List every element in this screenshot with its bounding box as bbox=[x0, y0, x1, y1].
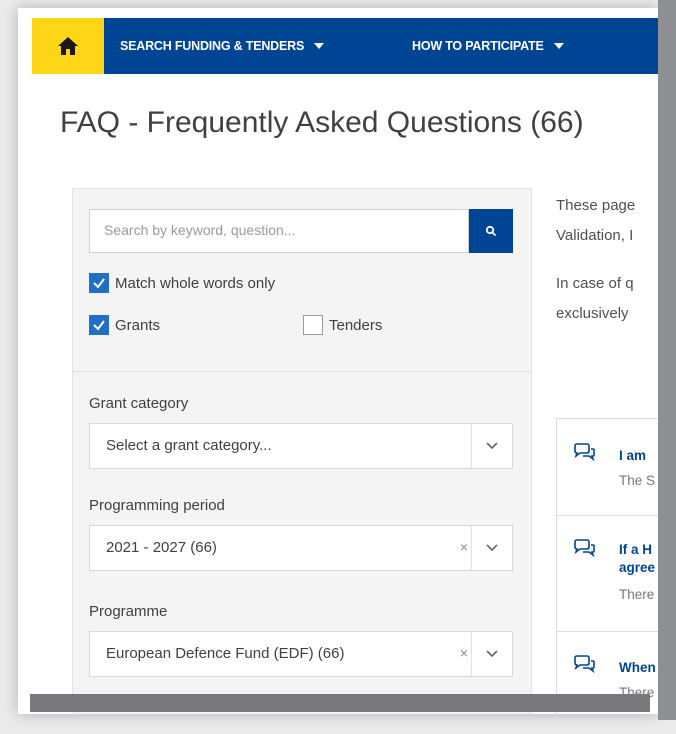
grant-category-value: Select a grant category... bbox=[106, 437, 272, 454]
nav-how-to-participate[interactable]: HOW TO PARTICIPATE bbox=[412, 18, 564, 74]
faq-question[interactable]: When bbox=[619, 659, 656, 676]
grant-category-select[interactable]: Select a grant category... bbox=[89, 423, 513, 469]
programming-period-select[interactable]: 2021 - 2027 (66) × bbox=[89, 525, 513, 571]
page-title: FAQ - Frequently Asked Questions (66) bbox=[60, 106, 584, 139]
faq-question[interactable]: I am bbox=[619, 447, 646, 464]
search-button[interactable] bbox=[469, 209, 513, 253]
home-icon bbox=[58, 37, 78, 55]
faq-item[interactable]: I am The S bbox=[557, 419, 658, 516]
checkbox-label: Tenders bbox=[329, 316, 383, 334]
chevron-down-icon[interactable] bbox=[471, 526, 512, 570]
browser-frame: SEARCH FUNDING & TENDERS HOW TO PARTICIP… bbox=[18, 8, 658, 714]
faq-item[interactable]: If a H agree There bbox=[557, 515, 658, 632]
intro-text-line: In case of q bbox=[556, 275, 634, 292]
top-navigation-bar: SEARCH FUNDING & TENDERS HOW TO PARTICIP… bbox=[32, 18, 658, 74]
home-button[interactable] bbox=[32, 18, 104, 74]
clear-icon[interactable]: × bbox=[460, 539, 468, 555]
search-input[interactable]: Search by keyword, question... bbox=[89, 209, 469, 253]
checkbox-label: Match whole words only bbox=[115, 274, 276, 292]
caret-down-icon bbox=[553, 43, 564, 49]
empty-checkbox-icon bbox=[303, 315, 323, 335]
page-edge-shadow bbox=[30, 694, 650, 712]
programme-select[interactable]: European Defence Fund (EDF) (66) × bbox=[89, 631, 513, 677]
caret-down-icon bbox=[314, 43, 325, 49]
clear-icon[interactable]: × bbox=[460, 645, 468, 661]
intro-text-line: These page bbox=[556, 197, 636, 214]
nav-search-funding-tenders[interactable]: SEARCH FUNDING & TENDERS bbox=[120, 18, 325, 74]
chevron-down-icon[interactable] bbox=[471, 424, 512, 468]
check-icon bbox=[89, 273, 109, 293]
programming-period-value: 2021 - 2027 (66) bbox=[106, 539, 217, 556]
grant-category-label: Grant category bbox=[89, 395, 189, 412]
match-whole-words-checkbox[interactable]: Match whole words only bbox=[89, 273, 275, 293]
nav-item-label: SEARCH FUNDING & TENDERS bbox=[120, 39, 305, 53]
question-bubble-icon bbox=[574, 443, 595, 461]
faq-question[interactable]: If a H bbox=[619, 541, 652, 558]
grants-checkbox[interactable]: Grants bbox=[89, 315, 160, 335]
tenders-checkbox[interactable]: Tenders bbox=[303, 315, 382, 335]
faq-answer-preview: The S bbox=[619, 473, 656, 488]
faq-list: I am The S If a H agree There When There bbox=[556, 418, 658, 714]
nav-item-label: HOW TO PARTICIPATE bbox=[412, 39, 544, 53]
programming-period-label: Programming period bbox=[89, 497, 225, 514]
intro-text-line: exclusively bbox=[556, 305, 629, 322]
page-edge-shadow bbox=[658, 0, 676, 720]
chevron-down-icon[interactable] bbox=[471, 632, 512, 676]
question-bubble-icon bbox=[574, 539, 595, 557]
question-bubble-icon bbox=[574, 655, 595, 673]
programme-label: Programme bbox=[89, 603, 168, 620]
panel-divider bbox=[73, 371, 531, 372]
search-icon bbox=[485, 225, 497, 237]
programme-value: European Defence Fund (EDF) (66) bbox=[106, 645, 345, 662]
filter-panel: Search by keyword, question... Match who… bbox=[72, 188, 532, 714]
check-icon bbox=[89, 315, 109, 335]
faq-question[interactable]: agree bbox=[619, 559, 655, 576]
intro-text-line: Validation, I bbox=[556, 227, 634, 244]
checkbox-label: Grants bbox=[115, 316, 161, 334]
faq-answer-preview: There bbox=[619, 587, 655, 602]
